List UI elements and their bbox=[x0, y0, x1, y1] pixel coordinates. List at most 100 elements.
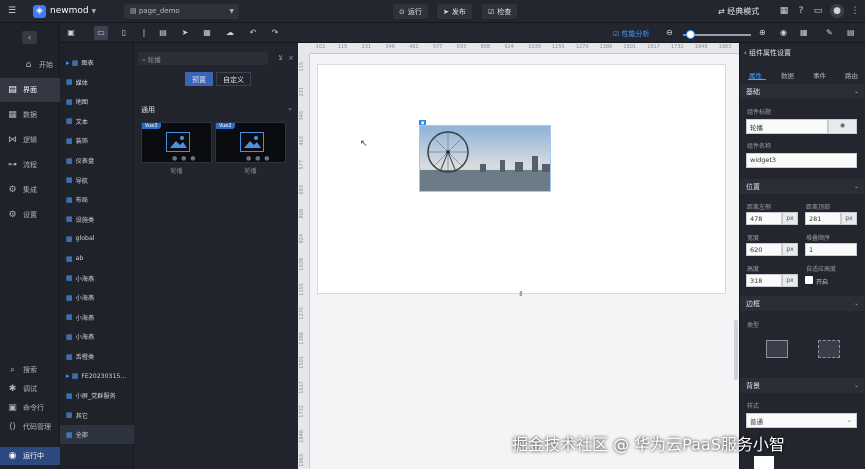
component-icon: ▦ bbox=[66, 156, 73, 165]
cloud-icon[interactable]: ☁ bbox=[223, 26, 237, 40]
desktop-icon[interactable]: ▭ bbox=[94, 26, 108, 40]
component-card-carousel-vue2[interactable]: Vue2 ● ● ● bbox=[215, 122, 286, 163]
nav-item-settings[interactable]: ⚙ 设置 bbox=[0, 203, 60, 227]
width-input[interactable]: 620 bbox=[746, 243, 782, 256]
chevron-down-icon: ⌄ bbox=[853, 183, 859, 190]
tree-item[interactable]: ▦ 地图 bbox=[60, 92, 134, 111]
section-background[interactable]: 背景 ⌄ bbox=[740, 378, 864, 393]
tab-data[interactable]: 数据 bbox=[781, 70, 794, 80]
stack-order-input[interactable]: 1 bbox=[805, 243, 857, 256]
tree-item[interactable]: ▦ 小海燕 bbox=[60, 269, 134, 288]
app-logo: ◈ bbox=[33, 5, 46, 18]
eye-icon[interactable]: ◉ bbox=[780, 28, 787, 37]
resize-handle-icon[interactable]: ⇕ bbox=[518, 290, 524, 298]
carousel-widget[interactable]: › bbox=[419, 125, 551, 192]
check-button[interactable]: ☑ 检查 bbox=[482, 4, 518, 19]
nav-item-interface[interactable]: ▤ 界面 bbox=[0, 78, 60, 102]
publish-button[interactable]: ➤ 发布 bbox=[437, 4, 472, 19]
redo-icon[interactable]: ↷ bbox=[268, 26, 282, 40]
zoom-out-icon[interactable]: ⊖ bbox=[666, 28, 673, 37]
section-border[interactable]: 边框 ⌄ bbox=[740, 296, 864, 311]
tree-item[interactable]: ▦ 小海燕 bbox=[60, 308, 134, 327]
component-card-carousel-vue3[interactable]: Vue3 ● ● ● bbox=[141, 122, 212, 163]
left-input[interactable]: 478 bbox=[746, 212, 782, 225]
chevron-down-icon[interactable]: ⌄ bbox=[287, 104, 293, 112]
help-icon[interactable]: ? bbox=[794, 4, 808, 18]
run-button[interactable]: ⊙ 运行 bbox=[393, 4, 428, 19]
tree-item[interactable]: ▸ ▦ FE20230315... bbox=[60, 367, 134, 386]
tree-item[interactable]: ▦ 全部 bbox=[60, 425, 134, 445]
perf-analysis-toggle[interactable]: ☑ 性能分析 bbox=[613, 29, 650, 39]
component-search-input[interactable]: ⌕ 轮播 bbox=[138, 52, 268, 65]
nav-item-running[interactable]: ◉ 运行中 bbox=[0, 447, 60, 465]
nav-item-start[interactable]: home-icon⌂开始 bbox=[0, 53, 60, 77]
tree-item[interactable]: ▦ 装饰 bbox=[60, 131, 134, 150]
page-icon: ▤ bbox=[130, 7, 139, 15]
grid-icon[interactable]: ▦ bbox=[800, 28, 808, 37]
nav-item-integration[interactable]: ⚙ 集成 bbox=[0, 178, 60, 202]
tab-route[interactable]: 路由 bbox=[845, 70, 858, 80]
app-name[interactable]: newmod ▼ bbox=[50, 6, 96, 16]
zoom-in-icon[interactable]: ⊕ bbox=[759, 28, 766, 37]
nav-item-flow[interactable]: ⊶ 流程 bbox=[0, 153, 60, 177]
canvas-scrollbar[interactable] bbox=[734, 320, 738, 380]
send-icon[interactable]: ➤ bbox=[178, 26, 192, 40]
tree-item[interactable]: ▸ ▦ 图表 bbox=[60, 53, 134, 72]
section-position[interactable]: 位置 ⌄ bbox=[740, 179, 864, 194]
nav-item-terminal[interactable]: ▣ 命令行 bbox=[0, 399, 60, 417]
more-icon[interactable]: ⋮ bbox=[848, 4, 862, 18]
avatar[interactable]: ● bbox=[830, 4, 844, 18]
document-icon[interactable]: ▭ bbox=[811, 4, 825, 18]
tab-custom[interactable]: 自定义 bbox=[216, 72, 251, 86]
page-selector[interactable]: ▤ page_demo ▼ bbox=[124, 4, 239, 19]
grid-icon[interactable]: ▦ bbox=[777, 4, 791, 18]
nav-item-logic[interactable]: ⋈ 逻辑 bbox=[0, 128, 60, 152]
layers-icon[interactable]: ▤ bbox=[847, 28, 855, 37]
tab-preset[interactable]: 预置 bbox=[185, 72, 213, 86]
border-type-frame-icon[interactable] bbox=[818, 340, 840, 358]
tab-events[interactable]: 事件 bbox=[813, 70, 826, 80]
component-title-input[interactable]: 轮播 bbox=[746, 119, 828, 134]
zoom-slider-handle[interactable] bbox=[686, 30, 695, 39]
adaptive-height-checkbox[interactable] bbox=[805, 276, 813, 284]
section-general[interactable]: 通用 bbox=[141, 105, 155, 115]
ruler-tick: 1501 bbox=[623, 44, 637, 50]
tree-item[interactable]: ▦ 文本 bbox=[60, 112, 134, 131]
tree-item[interactable]: ▦ ab bbox=[60, 249, 134, 268]
nav-item-search[interactable]: ⌕ 搜索 bbox=[0, 361, 60, 379]
collapse-nav-button[interactable]: ‹ bbox=[22, 31, 37, 44]
tree-item[interactable]: ▦ global bbox=[60, 229, 134, 248]
tree-item[interactable]: ▦ 设施类 bbox=[60, 210, 134, 229]
tree-item[interactable]: ▦ 舌橙类 bbox=[60, 347, 134, 366]
menu-icon[interactable]: ☰ bbox=[8, 6, 16, 16]
calendar-icon[interactable]: ▤ bbox=[156, 26, 170, 40]
chevron-down-icon: ⌄ bbox=[853, 300, 859, 307]
tree-item[interactable]: ▦ 小海燕 bbox=[60, 327, 134, 346]
close-icon[interactable]: × bbox=[288, 54, 294, 62]
layout-icon[interactable]: ▣ bbox=[64, 26, 78, 40]
nav-item-data[interactable]: ▦ 数据 bbox=[0, 103, 60, 127]
top-input[interactable]: 281 bbox=[805, 212, 841, 225]
nav-item-code[interactable]: ⟨⟩ 代码管理 bbox=[0, 418, 60, 436]
tree-item[interactable]: ▦ 小海燕 bbox=[60, 288, 134, 307]
border-type-image-icon[interactable] bbox=[766, 340, 788, 358]
tree-item[interactable]: ▦ 小屏_党群服务 bbox=[60, 386, 134, 405]
background-preview[interactable] bbox=[754, 456, 774, 469]
section-basic[interactable]: 基础 ⌄ bbox=[740, 84, 864, 99]
tree-item[interactable]: ▦ 布局 bbox=[60, 190, 134, 209]
edit-icon[interactable]: ✎ bbox=[826, 28, 833, 37]
note-icon[interactable]: ▦ bbox=[200, 26, 214, 40]
tree-item[interactable]: ▦ 导航 bbox=[60, 171, 134, 190]
tree-item[interactable]: ▦ 媒体 bbox=[60, 73, 134, 92]
nav-item-debug[interactable]: ✱ 调试 bbox=[0, 380, 60, 398]
eye-icon[interactable]: ◉ bbox=[828, 119, 857, 134]
background-style-select[interactable]: 普通 ⌄ bbox=[746, 413, 857, 428]
height-input[interactable]: 318 bbox=[746, 274, 782, 287]
tree-item[interactable]: ▦ 仪表盘 bbox=[60, 151, 134, 170]
filter-icon[interactable]: ⊻ bbox=[278, 54, 283, 62]
mobile-icon[interactable]: ▯ bbox=[117, 26, 131, 40]
classic-mode-toggle[interactable]: ⇄ 经典模式 bbox=[718, 6, 759, 17]
component-name-input[interactable]: widget3 bbox=[746, 153, 857, 168]
undo-icon[interactable]: ↶ bbox=[246, 26, 260, 40]
tree-item[interactable]: ▦ 其它 bbox=[60, 406, 134, 425]
